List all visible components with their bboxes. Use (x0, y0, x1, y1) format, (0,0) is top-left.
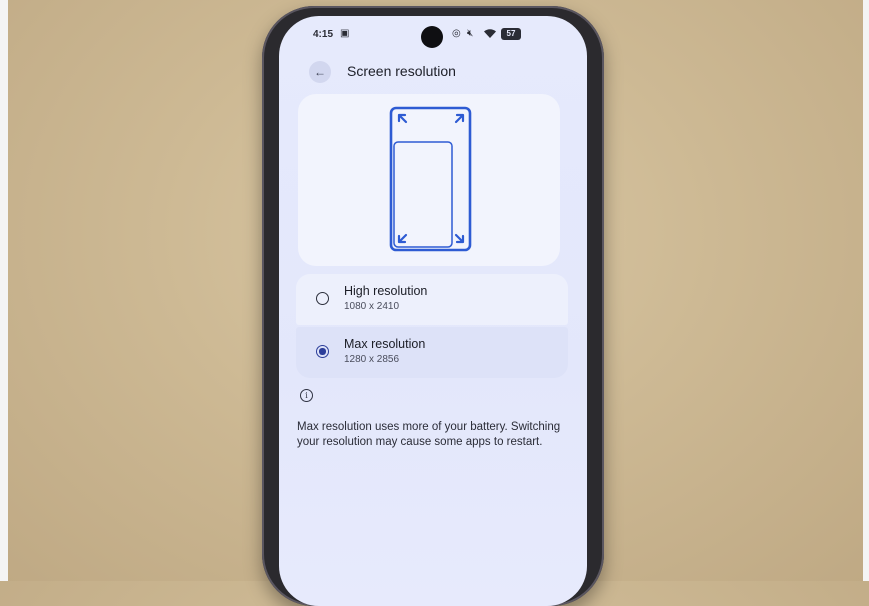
screen-record-icon: ▣ (340, 28, 350, 39)
radio-button-unselected[interactable] (316, 292, 329, 305)
status-time: 4:15 (313, 29, 334, 40)
info-icon: i (300, 389, 313, 402)
expand-arrow-bottom-right-icon (454, 233, 465, 244)
background-edge-right (863, 0, 869, 581)
option-title: Max resolution (344, 337, 426, 351)
expand-arrow-top-right-icon (454, 113, 465, 124)
resolution-illustration (298, 94, 560, 266)
expand-arrow-top-left-icon (397, 113, 408, 124)
front-camera (421, 26, 443, 48)
option-high-resolution[interactable]: High resolution 1080 x 2410 (296, 274, 568, 325)
max-resolution-outline (389, 106, 472, 252)
alarm-icon: ◎ (452, 28, 461, 39)
option-subtitle: 1080 x 2410 (344, 301, 400, 312)
wifi-icon (483, 28, 497, 42)
info-description: Max resolution uses more of your battery… (297, 421, 561, 448)
option-title: High resolution (344, 284, 428, 298)
back-button[interactable]: ← (309, 61, 331, 83)
high-resolution-outline (393, 141, 453, 248)
phone-screen: 4:15 ▣ ◎ 🔇︎ 57 ← Screen resolution High … (279, 16, 587, 606)
page-title: Screen resolution (347, 63, 456, 79)
mute-icon: 🔇︎ (467, 28, 474, 39)
background-edge-left (0, 0, 8, 581)
battery-indicator: 57 (501, 28, 521, 40)
option-max-resolution[interactable]: Max resolution 1280 x 2856 (296, 327, 568, 378)
resolution-options: High resolution 1080 x 2410 Max resoluti… (296, 274, 568, 378)
status-bar: 4:15 ▣ ◎ 🔇︎ 57 (279, 16, 587, 56)
expand-arrow-bottom-left-icon (397, 233, 408, 244)
option-subtitle: 1280 x 2856 (344, 354, 400, 365)
radio-button-selected[interactable] (316, 345, 329, 358)
